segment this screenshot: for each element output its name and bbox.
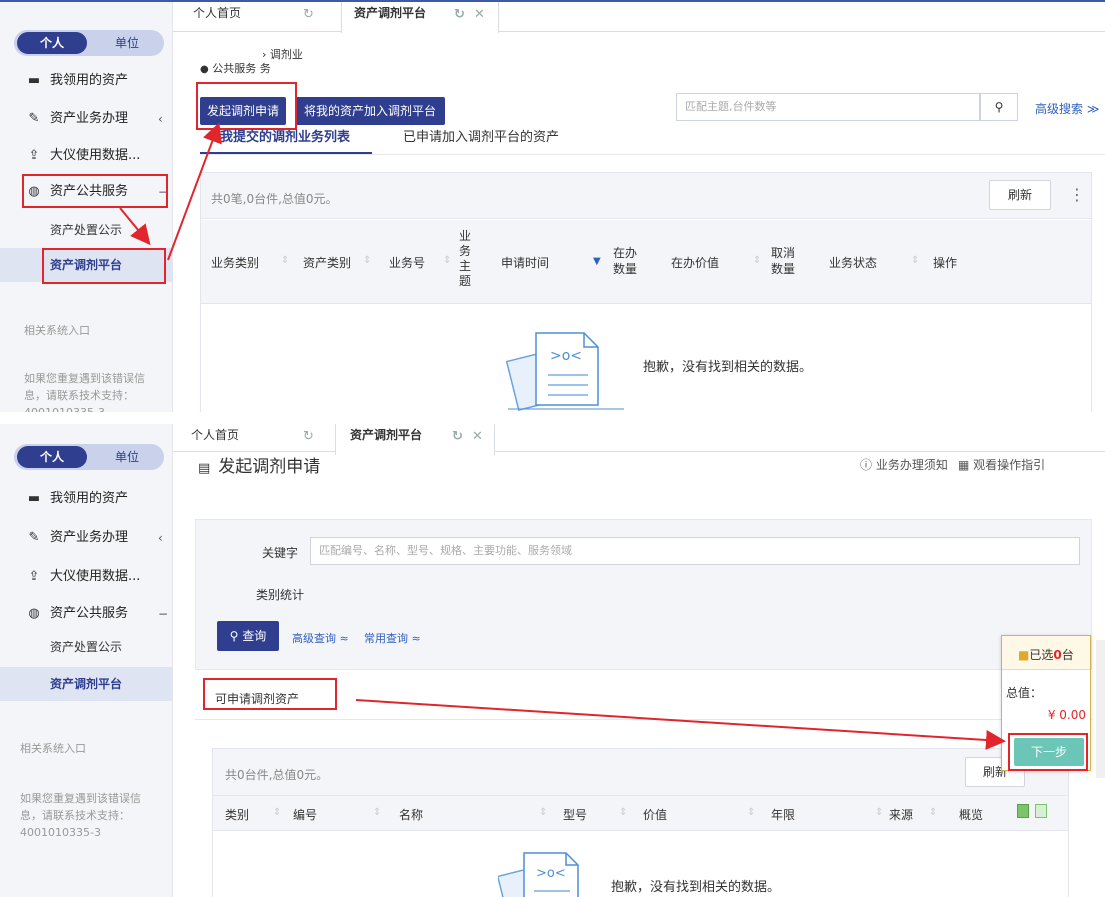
search-input[interactable]: 匹配主题,台件数等 <box>676 93 980 121</box>
svg-text:>o<: >o< <box>550 348 582 364</box>
col-apply-time[interactable]: 申请时间 <box>501 254 549 271</box>
col-cancel-count[interactable]: 取消数量 <box>771 245 799 277</box>
panel-transfer-list: 个人 单位 ▬ 我领用的资产 ✎ 资产业务办理 ‹ ⇪ 大仪使用数据... ◍ 资产公共服… <box>0 0 1105 412</box>
col-business-status[interactable]: 业务状态 <box>829 254 877 271</box>
sort-icon[interactable]: ⇕ <box>363 255 371 266</box>
panel-apply-transfer: 个人 单位 ▬ 我领用的资产 ✎ 资产业务办理 ‹ ⇪ 大仪使用数据... ◍ 资产公共服… <box>0 424 1105 897</box>
col-actions: 操作 <box>933 256 958 270</box>
col-asset-type[interactable]: 资产类别 <box>303 254 351 271</box>
col-pending-count[interactable]: 在办数量 <box>613 245 641 277</box>
tab-divider <box>200 154 1105 155</box>
annotation-arrows <box>119 122 222 261</box>
refresh-icon[interactable]: ↻ <box>303 4 314 26</box>
tab-bar: 个人首页 ↻ 资产调剂平台 ↻ ✕ <box>173 2 1105 33</box>
add-my-assets-button[interactable]: 将我的资产加入调剂平台 <box>295 97 445 125</box>
sort-icon[interactable]: ⇕ <box>443 255 451 266</box>
advanced-search-link[interactable]: 高级搜索 ≫ <box>1035 100 1099 117</box>
close-icon[interactable]: ✕ <box>474 4 485 26</box>
col-business-topic[interactable]: 业务主题 <box>459 229 473 289</box>
support-text-2: 息，请联系技术支持： <box>24 389 134 402</box>
support-text-1: 如果您重复遇到该错误信 <box>24 372 145 385</box>
search-icon: ⚲ <box>994 100 1004 114</box>
annotation-arrow <box>355 699 1006 750</box>
sort-icon[interactable]: ⇕ <box>911 255 919 266</box>
search-button[interactable]: ⚲ <box>980 93 1018 121</box>
sort-icon[interactable]: ⇕ <box>753 255 761 266</box>
tab-transfer-platform[interactable]: 资产调剂平台 ↻ ✕ <box>341 2 499 33</box>
empty-document-icon: >o< <box>506 332 624 411</box>
empty-message: 抱歉，没有找到相关的数据。 <box>643 360 813 375</box>
col-business-no[interactable]: 业务号 <box>389 254 425 271</box>
support-text-3: 4001010335-3 <box>24 404 105 412</box>
more-menu-icon[interactable]: ⋮ <box>1069 185 1085 204</box>
tab-applied-assets[interactable]: 已申请加入调剂平台的资产 <box>403 128 559 148</box>
refresh-icon[interactable]: ↻ <box>454 4 465 26</box>
col-pending-value[interactable]: 在办价值 <box>671 254 719 271</box>
sort-desc-icon[interactable]: ▼ <box>593 256 601 267</box>
related-systems-label: 相关系统入口 <box>24 324 90 337</box>
list-card: 共0笔,0台件,总值0元。 刷新 ⋮ 业务类别 ⇕ 资产类别 ⇕ 业务号 ⇕ 业… <box>200 172 1092 412</box>
refresh-button[interactable]: 刷新 <box>989 180 1051 210</box>
